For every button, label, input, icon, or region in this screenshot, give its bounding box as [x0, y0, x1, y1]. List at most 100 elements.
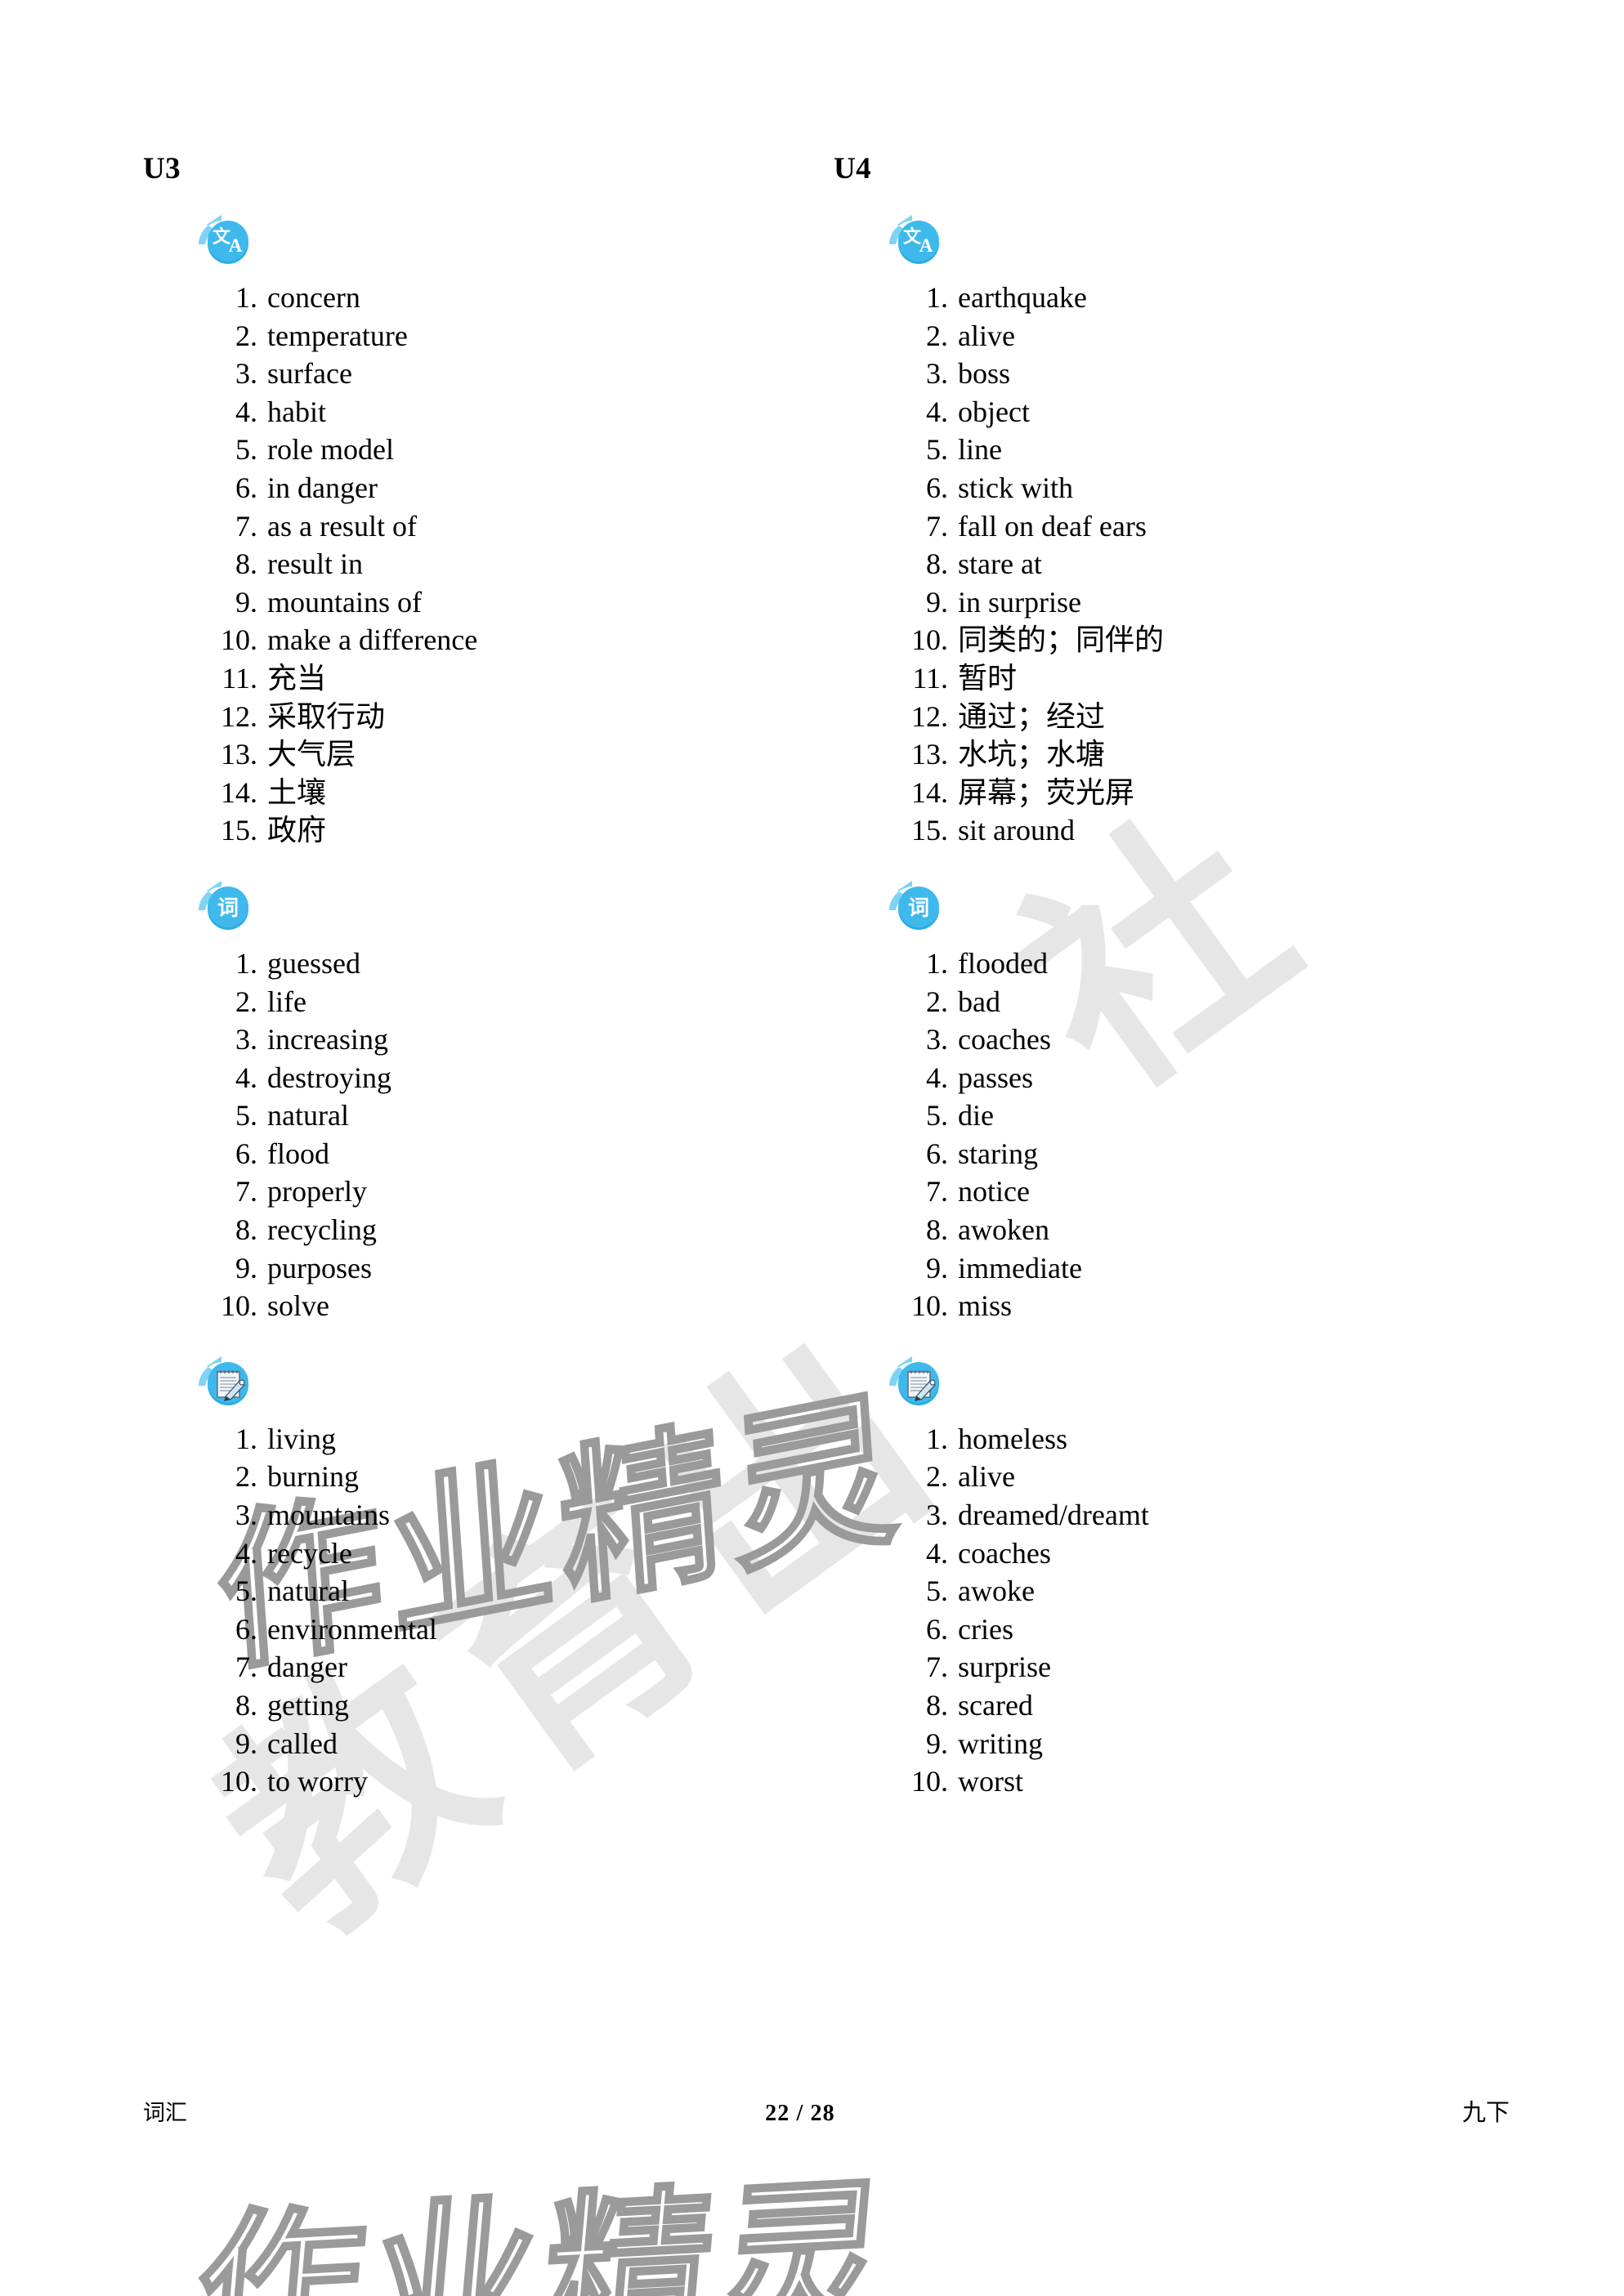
answer-text: coaches	[958, 1536, 1051, 1570]
list-item: 15. sit around	[911, 814, 1075, 847]
list-item: 2. alive	[926, 319, 1015, 352]
answer-text: concern	[267, 281, 360, 314]
answer-text: 同类的；同伴的	[958, 623, 1165, 657]
list-item: 4. destroying	[235, 1061, 391, 1094]
list-item: 14. 屏幕；荧光屏	[911, 775, 1135, 809]
answer-text: solve	[267, 1289, 329, 1323]
list-item: 2. burning	[235, 1460, 359, 1494]
list-item: 1. earthquake	[926, 281, 1087, 314]
answer-list-u4-translate: 1. earthquake 2. alive 3. boss 4. object 5. l…	[834, 279, 1504, 850]
list-item: 9. writing	[926, 1726, 1043, 1760]
list-item: 1. living	[235, 1422, 337, 1455]
word-icon: 词	[879, 874, 958, 945]
svg-text:A: A	[229, 235, 243, 256]
list-item: 12. 采取行动	[221, 699, 386, 733]
answer-text: alive	[958, 1460, 1015, 1494]
list-item: 7. surprise	[926, 1651, 1051, 1684]
answer-text: 暂时	[958, 661, 1018, 695]
answer-text: 屏幕；荧光屏	[958, 775, 1135, 809]
answer-text: recycle	[267, 1536, 352, 1570]
list-item: 9. mountains of	[235, 585, 422, 619]
answer-text: boss	[958, 357, 1011, 391]
translate-icon: 文 A	[189, 208, 267, 279]
answer-text: as a result of	[267, 509, 417, 543]
answer-text: earthquake	[958, 281, 1087, 314]
list-item: 2. life	[235, 985, 306, 1018]
list-item: 4. passes	[926, 1061, 1033, 1094]
page-footer: 词汇 22 / 28 九下	[143, 2093, 1510, 2128]
answer-text: scared	[958, 1689, 1033, 1722]
list-item: 10. to worry	[221, 1765, 368, 1798]
section-u3-word: 词 1. guessed 2. life 3. increasing 4. destro…	[143, 850, 813, 1325]
answer-text: living	[267, 1422, 337, 1455]
list-item: 11. 充当	[221, 661, 327, 695]
list-item: 2. bad	[926, 985, 1000, 1018]
answer-text: temperature	[267, 319, 408, 352]
answer-text: notice	[958, 1175, 1030, 1208]
answer-text: getting	[267, 1689, 349, 1722]
answer-text: in danger	[267, 471, 378, 504]
answer-text: increasing	[267, 1023, 388, 1056]
answer-text: 采取行动	[267, 699, 386, 733]
page-number: 22 / 28	[765, 2101, 835, 2126]
column-u4: U4 文 A 1. earthquake 2. alive 3. boss 4.…	[834, 0, 1504, 1801]
section-u4-notepad: 1. homeless 2. alive 3. dreamed/dreamt 4. co…	[834, 1325, 1504, 1801]
list-item: 3. mountains	[235, 1499, 390, 1532]
translate-icon: 文 A	[879, 208, 958, 279]
answer-list-u3-translate: 1. concern 2. temperature 3. surface 4. habi…	[143, 279, 813, 850]
answer-text: flood	[267, 1137, 329, 1170]
answer-text: guessed	[267, 946, 360, 980]
list-item: 15. 政府	[221, 814, 327, 847]
list-item: 1. concern	[235, 281, 360, 314]
answer-text: purposes	[267, 1251, 372, 1284]
list-item: 13. 水坑；水塘	[911, 738, 1106, 771]
answer-text: fall on deaf ears	[958, 509, 1147, 543]
list-item: 1. guessed	[235, 946, 360, 980]
list-item: 2. temperature	[235, 319, 408, 352]
list-item: 8. awoken	[926, 1213, 1049, 1247]
answer-list-u3-word: 1. guessed 2. life 3. increasing 4. destroyi…	[143, 945, 813, 1325]
answer-text: properly	[267, 1175, 367, 1208]
list-item: 7. properly	[235, 1175, 367, 1208]
list-item: 5. role model	[235, 433, 394, 467]
answer-text: awoken	[958, 1213, 1049, 1247]
list-item: 9. in surprise	[926, 585, 1081, 619]
list-item: 7. fall on deaf ears	[926, 509, 1147, 543]
list-item: 7. as a result of	[235, 509, 417, 543]
list-item: 5. awoke	[926, 1575, 1035, 1608]
answer-text: dreamed/dreamt	[958, 1499, 1149, 1532]
answer-text: immediate	[958, 1251, 1082, 1284]
answer-text: line	[958, 433, 1002, 467]
answer-text: passes	[958, 1061, 1033, 1094]
answer-text: mountains of	[267, 585, 422, 619]
answer-text: coaches	[958, 1023, 1051, 1056]
answer-list-u4-word: 1. flooded 2. bad 3. coaches 4. passes 5. die…	[834, 945, 1504, 1325]
answer-text: role model	[267, 433, 394, 467]
answer-text: to worry	[267, 1765, 368, 1798]
answer-text: danger	[267, 1651, 347, 1684]
answer-text: miss	[958, 1289, 1013, 1323]
notepad-pencil-icon	[879, 1350, 958, 1420]
answer-list-u4-notepad: 1. homeless 2. alive 3. dreamed/dreamt 4. co…	[834, 1420, 1504, 1801]
list-item: 4. coaches	[926, 1536, 1051, 1570]
list-item: 8. scared	[926, 1689, 1033, 1722]
answer-text: life	[267, 985, 306, 1018]
list-item: 5. line	[926, 433, 1002, 467]
section-icon-row: 文 A	[143, 184, 813, 279]
list-item: 3. surface	[235, 357, 352, 391]
answer-text: result in	[267, 547, 363, 581]
section-u3-translate: 文 A 1. concern 2. temperature 3. surface 4.…	[143, 184, 813, 850]
list-item: 6. staring	[926, 1137, 1038, 1170]
answer-text: habit	[267, 395, 326, 428]
answer-text: 大气层	[267, 738, 356, 771]
list-item: 11. 暂时	[912, 661, 1018, 695]
answer-text: homeless	[958, 1422, 1067, 1455]
list-item: 2. alive	[926, 1460, 1015, 1494]
answer-text: make a difference	[267, 623, 478, 657]
answer-text: 充当	[267, 661, 327, 695]
answer-text: 土壤	[267, 775, 327, 809]
list-item: 7. danger	[235, 1651, 347, 1684]
list-item: 8. getting	[235, 1689, 349, 1722]
list-item: 3. increasing	[235, 1023, 388, 1056]
list-item: 10. solve	[221, 1289, 329, 1323]
